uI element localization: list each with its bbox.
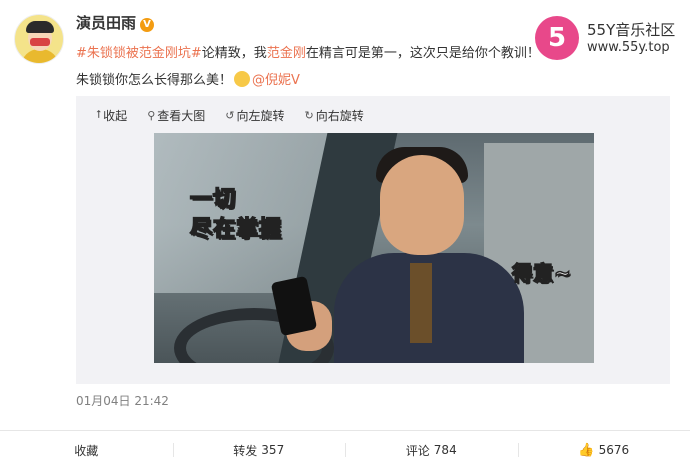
- topic-link[interactable]: #朱锁锁被范金刚坑#: [76, 46, 202, 61]
- comment-label: 评论: [405, 443, 430, 458]
- rotate-right-label: 向右旋转: [315, 108, 364, 123]
- name-link[interactable]: 范金刚: [267, 46, 306, 61]
- post-text: #朱锁锁被范金刚坑#论精致，我范金刚在精言可是第一，这次只是给你个教训！朱锁锁你…: [76, 40, 546, 94]
- comment-count: 784: [433, 443, 457, 457]
- magnifier-icon: ⚲: [147, 108, 156, 122]
- post-timestamp[interactable]: 01月04日 21:42: [76, 392, 169, 409]
- user-avatar[interactable]: [14, 14, 64, 64]
- view-large-button[interactable]: ⚲ 查看大图: [147, 106, 205, 124]
- arrow-up-icon: ⭡: [96, 108, 102, 121]
- thumbs-up-icon: 👍: [578, 442, 595, 458]
- image-caption-line1: 一切: [189, 186, 237, 213]
- media-viewer: ⭡ 收起 ⚲ 查看大图 ↺ 向左旋转 ↻ 向右旋转 一切 尽在掌握 得意~: [76, 96, 670, 384]
- rotate-right-icon: ↻: [304, 108, 314, 122]
- post-image[interactable]: 一切 尽在掌握 得意~: [154, 133, 594, 363]
- comment-button[interactable]: 评论 784: [345, 431, 518, 469]
- watermark-url: www.55y.top: [587, 40, 670, 55]
- watermark: 5 55Y音乐社区 www.55y.top: [535, 14, 685, 64]
- repost-label: 转发: [233, 443, 258, 458]
- username-text[interactable]: 演员田雨: [76, 14, 136, 32]
- like-button[interactable]: 👍 5676: [517, 431, 690, 469]
- image-caption-line3: 得意~: [511, 260, 572, 286]
- favorite-button[interactable]: 收藏: [0, 431, 173, 469]
- action-bar: 收藏 转发 357 评论 784 👍 5676: [0, 431, 690, 469]
- repost-button[interactable]: 转发 357: [172, 431, 346, 469]
- rotate-left-button[interactable]: ↺ 向左旋转: [225, 106, 284, 124]
- image-caption-line2: 尽在掌握: [189, 216, 283, 243]
- repost-count: 357: [261, 443, 285, 457]
- media-toolbar: ⭡ 收起 ⚲ 查看大图 ↺ 向左旋转 ↻ 向右旋转: [96, 106, 364, 124]
- like-count: 5676: [598, 443, 630, 457]
- rotate-left-icon: ↺: [225, 108, 235, 122]
- emoji-icon: [234, 71, 251, 87]
- watermark-logo-icon: 5: [535, 16, 579, 60]
- post-text-part1: 论精致，我: [201, 46, 267, 61]
- collapse-label: 收起: [103, 108, 128, 123]
- rotate-right-button[interactable]: ↻ 向右旋转: [305, 106, 364, 124]
- rotate-left-label: 向左旋转: [236, 108, 285, 123]
- mention-link[interactable]: @倪妮V: [252, 73, 300, 88]
- watermark-title: 55Y音乐社区: [587, 21, 676, 39]
- view-large-label: 查看大图: [157, 108, 206, 123]
- collapse-button[interactable]: ⭡ 收起: [96, 106, 127, 124]
- username[interactable]: 演员田雨 V: [76, 12, 155, 33]
- favorite-label: 收藏: [74, 443, 99, 458]
- verified-icon: V: [140, 18, 155, 32]
